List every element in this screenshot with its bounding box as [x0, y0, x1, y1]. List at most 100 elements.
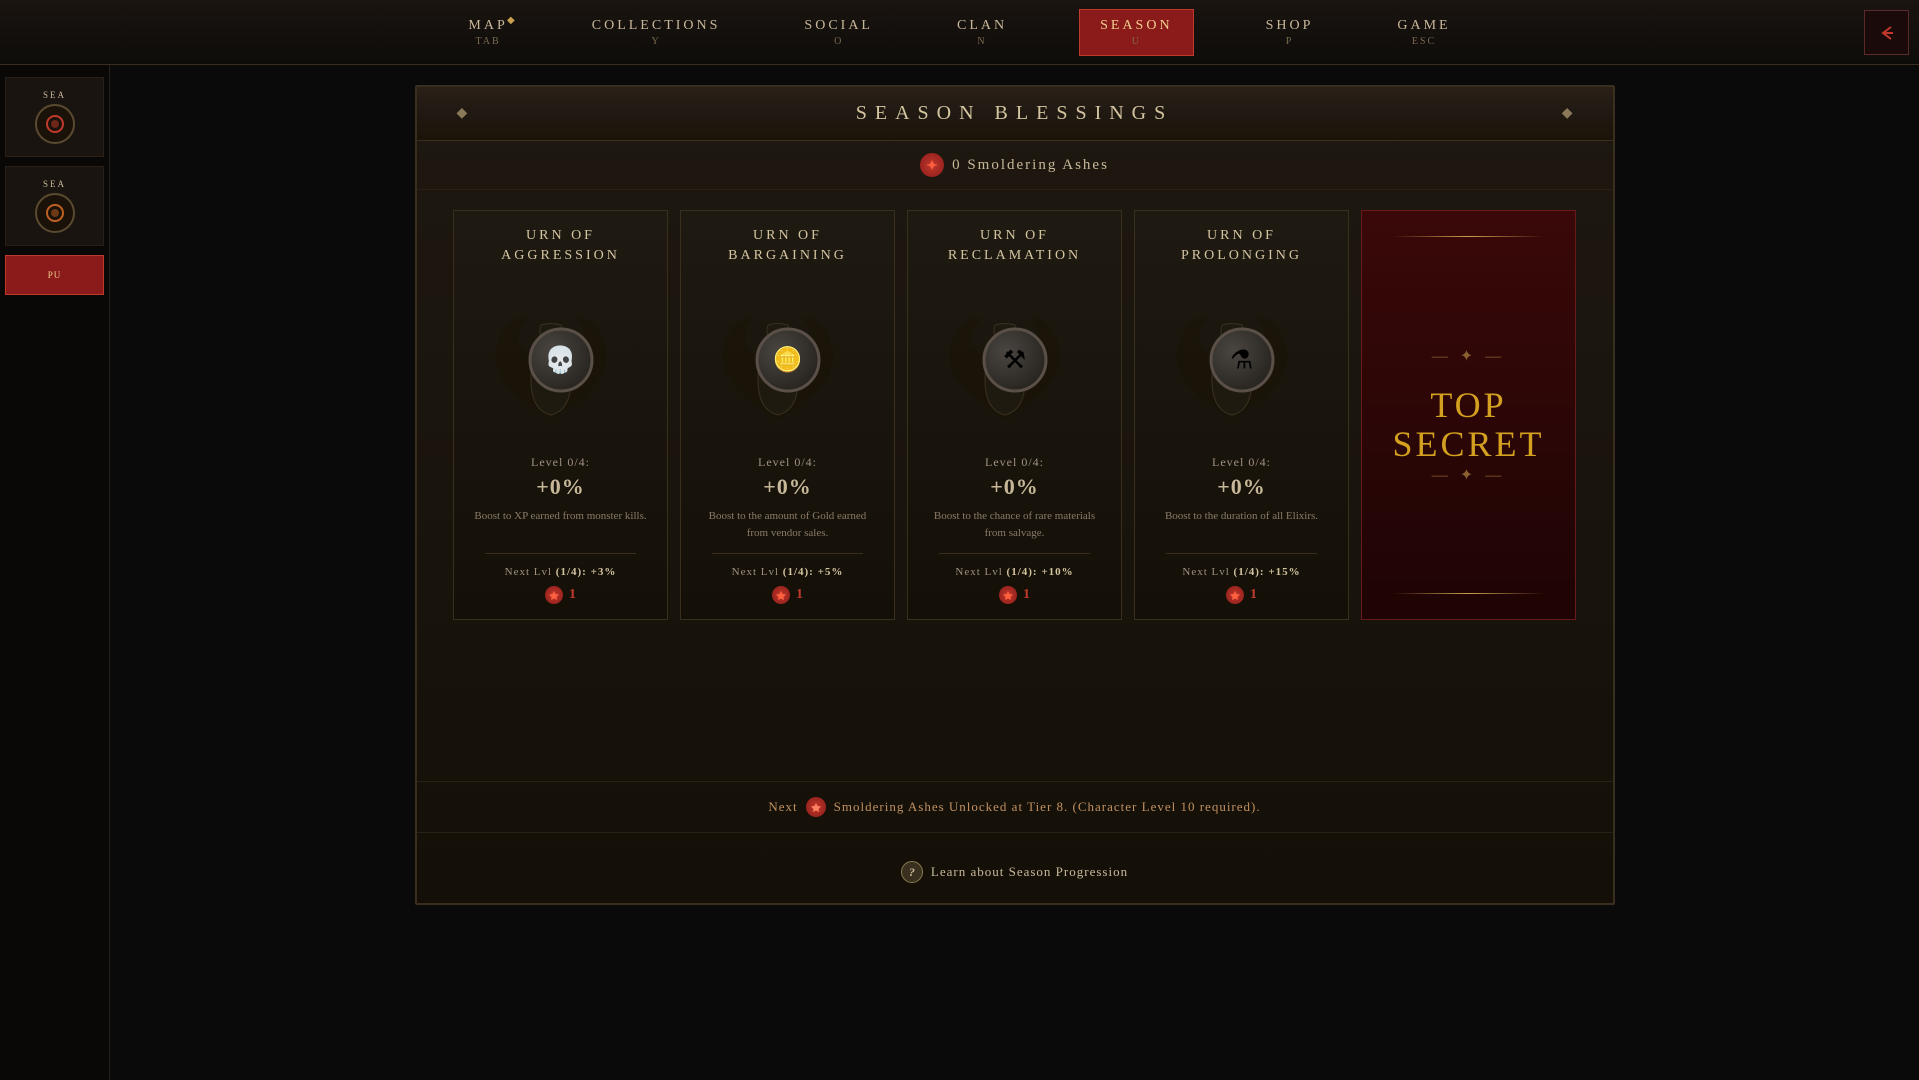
prolonging-cost-number: 1 [1250, 587, 1257, 603]
reclamation-divider [939, 553, 1090, 554]
blessing-card-bargaining[interactable]: URN OFBARGAINING 🪙 Level 0/4: +0% Boost … [680, 210, 895, 620]
sidebar-purchase-button[interactable]: PU [5, 255, 104, 295]
nav-map-diamond: ◆ [507, 15, 515, 26]
prolonging-cost-icon [1226, 586, 1244, 604]
header-diamond-left: ◆ [457, 105, 468, 122]
blessing-card-reclamation[interactable]: URN OFRECLAMATION ⚒ Level 0/4: +0% Boost… [907, 210, 1122, 620]
top-secret-bottom-divider [1393, 593, 1544, 594]
nav-shop[interactable]: SHOP P [1254, 10, 1326, 55]
blessing-card-top-secret: — ✦ — TOPSECRET — ✦ — [1361, 210, 1576, 620]
reclamation-next-level: Next Lvl (1/4): +10% [955, 566, 1073, 578]
nav-game-key: ESC [1412, 36, 1436, 47]
nav-shop-label: SHOP [1266, 18, 1314, 34]
reclamation-bonus: +0% [990, 474, 1039, 500]
sidebar-item-1[interactable]: SEA [5, 166, 104, 246]
bargaining-divider [712, 553, 863, 554]
bargaining-cost: 1 [772, 586, 803, 604]
bottom-info-prefix: Next [768, 799, 797, 815]
blessings-grid: URN OFAGGRESSION 💀 Level 0/4: +0% Boost … [417, 190, 1613, 640]
nav-map[interactable]: MAP TAB ◆ [456, 10, 519, 55]
bargaining-icon: 🪙 [755, 328, 820, 393]
prolonging-next-level: Next Lvl (1/4): +15% [1182, 566, 1300, 578]
nav-season-label: SEASON [1100, 18, 1172, 34]
return-button[interactable] [1864, 10, 1909, 55]
sidebar-icon-0 [35, 104, 75, 144]
top-secret-ornament-bottom: — ✦ — [1432, 465, 1505, 485]
blessing-card-prolonging[interactable]: URN OFPROLONGING ⚗ Level 0/4: +0% Boost … [1134, 210, 1349, 620]
prolonging-bonus: +0% [1217, 474, 1266, 500]
nav-map-label: MAP [468, 18, 507, 34]
blessing-title-prolonging: URN OFPROLONGING [1181, 226, 1302, 265]
nav-social[interactable]: SOCIAL O [792, 10, 885, 55]
top-navigation: MAP TAB ◆ COLLECTIONS Y SOCIAL O CLAN N … [0, 0, 1919, 65]
learn-text: Learn about Season Progression [931, 864, 1128, 880]
sidebar-item-1-label: SEA [43, 179, 66, 189]
bottom-info-main-text: Smoldering Ashes Unlocked at Tier 8. (Ch… [834, 799, 1261, 815]
aggression-cost: 1 [545, 586, 576, 604]
sidebar-item-0[interactable]: SEA [5, 77, 104, 157]
blessing-card-aggression[interactable]: URN OFAGGRESSION 💀 Level 0/4: +0% Boost … [453, 210, 668, 620]
nav-social-label: SOCIAL [804, 18, 873, 34]
blessing-title-aggression: URN OFAGGRESSION [501, 226, 620, 265]
bargaining-description: Boost to the amount of Gold earned from … [693, 508, 882, 541]
main-panel: ◆ SEASON BLESSINGS ◆ 0 Smoldering Ashes … [110, 65, 1919, 1080]
urn-icon-prolonging: ⚗ [1162, 280, 1322, 440]
bottom-info-ashes-icon [806, 797, 826, 817]
aggression-divider [485, 553, 636, 554]
nav-clan[interactable]: CLAN N [945, 10, 1019, 55]
bargaining-level: Level 0/4: [758, 455, 817, 470]
reclamation-cost: 1 [999, 586, 1030, 604]
bargaining-bonus: +0% [763, 474, 812, 500]
aggression-next-level: Next Lvl (1/4): +3% [505, 566, 617, 578]
prolonging-divider [1166, 553, 1317, 554]
urn-icon-aggression: 💀 [481, 280, 641, 440]
nav-collections[interactable]: COLLECTIONS Y [580, 10, 733, 55]
left-sidebar: SEA SEA PU [0, 65, 110, 1080]
top-secret-top-divider [1393, 236, 1544, 237]
ashes-indicator: 0 Smoldering Ashes [417, 141, 1613, 190]
aggression-bonus: +0% [536, 474, 585, 500]
nav-clan-key: N [977, 36, 986, 47]
ashes-count: 0 Smoldering Ashes [952, 157, 1109, 174]
prolonging-description: Boost to the duration of all Elixirs. [1160, 508, 1323, 525]
sidebar-purchase-label: PU [48, 270, 62, 280]
blessings-panel: ◆ SEASON BLESSINGS ◆ 0 Smoldering Ashes … [415, 85, 1615, 905]
nav-clan-label: CLAN [957, 18, 1007, 34]
nav-season-key: U [1132, 36, 1141, 47]
reclamation-icon: ⚒ [982, 328, 1047, 393]
top-secret-title: TOPSECRET [1392, 386, 1544, 465]
nav-collections-key: Y [651, 36, 660, 47]
aggression-cost-icon [545, 586, 563, 604]
nav-shop-key: P [1286, 36, 1294, 47]
reclamation-description: Boost to the chance of rare materials fr… [920, 508, 1109, 541]
bargaining-next-level: Next Lvl (1/4): +5% [732, 566, 844, 578]
bargaining-cost-number: 1 [796, 587, 803, 603]
prolonging-cost: 1 [1226, 586, 1257, 604]
bottom-info-bar: Next Smoldering Ashes Unlocked at Tier 8… [417, 781, 1613, 833]
reclamation-cost-icon [999, 586, 1017, 604]
sidebar-icon-1 [35, 193, 75, 233]
panel-title: SEASON BLESSINGS [467, 102, 1561, 125]
ashes-icon [920, 153, 944, 177]
aggression-cost-number: 1 [569, 587, 576, 603]
sidebar-item-0-label: SEA [43, 90, 66, 100]
panel-header: ◆ SEASON BLESSINGS ◆ [417, 87, 1613, 141]
blessing-title-reclamation: URN OFRECLAMATION [948, 226, 1081, 265]
bargaining-cost-icon [772, 586, 790, 604]
reclamation-level: Level 0/4: [985, 455, 1044, 470]
blessing-title-bargaining: URN OFBARGAINING [728, 226, 847, 265]
urn-icon-bargaining: 🪙 [708, 280, 868, 440]
urn-icon-reclamation: ⚒ [935, 280, 1095, 440]
prolonging-icon: ⚗ [1209, 328, 1274, 393]
aggression-icon: 💀 [528, 328, 593, 393]
learn-icon: ? [901, 861, 923, 883]
nav-social-key: O [834, 36, 843, 47]
aggression-level: Level 0/4: [531, 455, 590, 470]
nav-game[interactable]: GAME ESC [1385, 10, 1462, 55]
nav-map-key: TAB [475, 36, 500, 47]
aggression-description: Boost to XP earned from monster kills. [469, 508, 651, 525]
reclamation-cost-number: 1 [1023, 587, 1030, 603]
learn-link[interactable]: ? Learn about Season Progression [417, 861, 1613, 883]
top-secret-ornament-top: — ✦ — [1432, 346, 1505, 366]
nav-season[interactable]: SEASON U [1079, 9, 1193, 56]
